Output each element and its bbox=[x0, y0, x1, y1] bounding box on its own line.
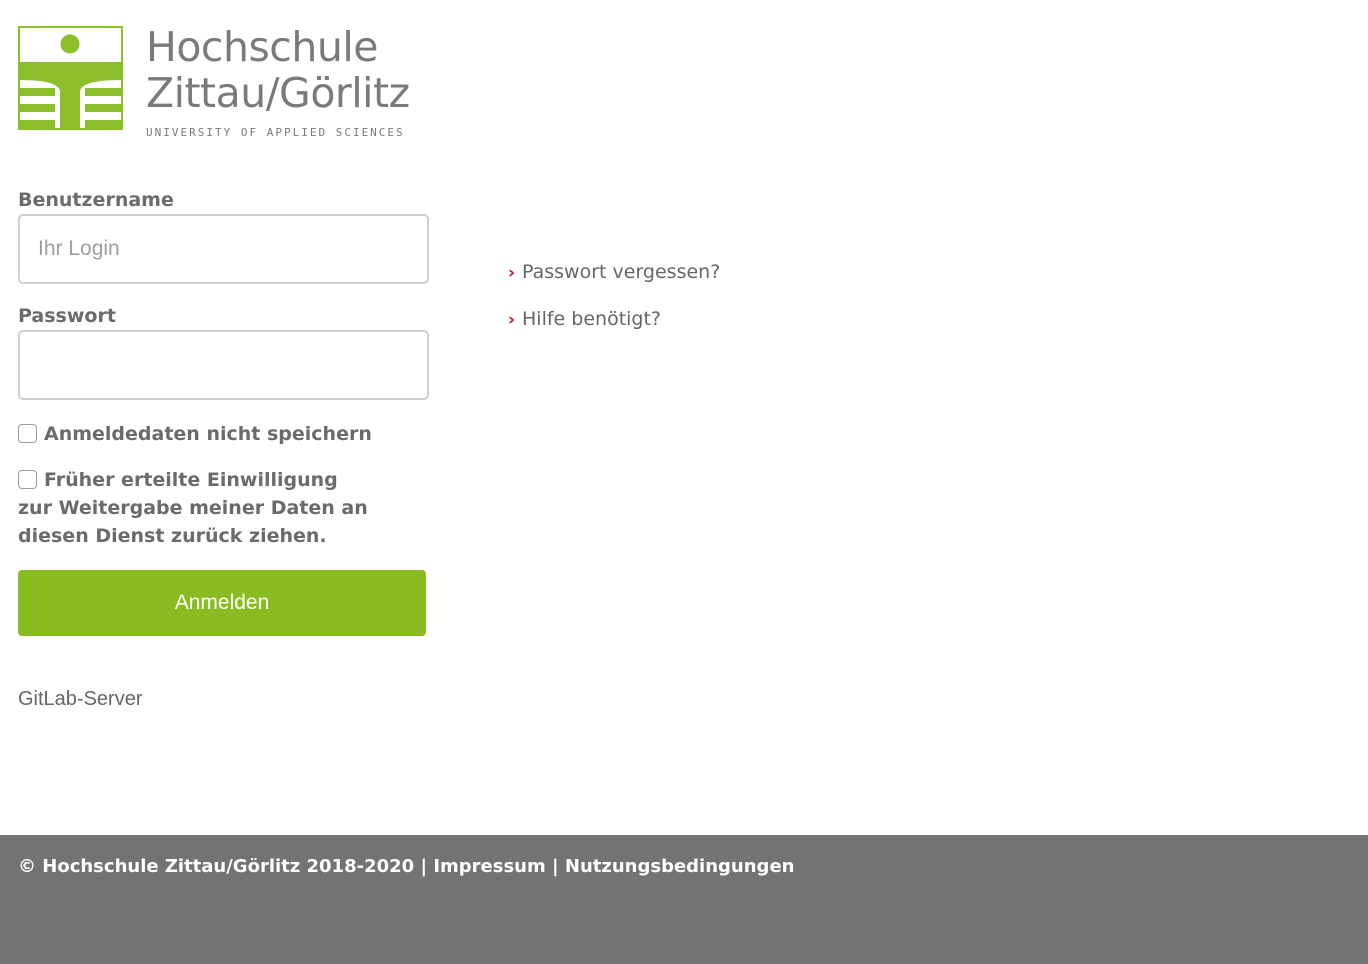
forgot-password-label: Passwort vergessen? bbox=[522, 261, 721, 283]
logo-line-zittau-goerlitz: Zittau/Görlitz bbox=[146, 69, 410, 117]
service-name: GitLab-Server bbox=[18, 688, 143, 710]
logo-wordmark: Hochschule Zittau/Görlitz UNIVERSITY OF … bbox=[146, 24, 410, 139]
login-form: Benutzername Passwort Anmeldedaten nicht… bbox=[18, 186, 430, 711]
username-input[interactable] bbox=[18, 214, 429, 284]
logo-tagline: UNIVERSITY OF APPLIED SCIENCES bbox=[146, 126, 405, 139]
page-footer: © Hochschule Zittau/Görlitz 2018-2020 | … bbox=[0, 835, 1368, 964]
revoke-consent-option[interactable]: Früher erteilte Einwilligung zur Weiterg… bbox=[18, 466, 378, 550]
forgot-password-link[interactable]: › Passwort vergessen? bbox=[508, 258, 720, 287]
need-help-link[interactable]: › Hilfe benötigt? bbox=[508, 305, 720, 334]
footer-copyright: © Hochschule Zittau/Görlitz 2018-2020 bbox=[18, 856, 415, 877]
hszg-logo-icon bbox=[18, 26, 123, 130]
login-page: Hochschule Zittau/Görlitz UNIVERSITY OF … bbox=[0, 0, 1368, 964]
logo-line-hochschule: Hochschule bbox=[146, 23, 378, 71]
username-label: Benutzername bbox=[18, 189, 174, 211]
password-input[interactable] bbox=[18, 330, 429, 400]
university-logo: Hochschule Zittau/Görlitz UNIVERSITY OF … bbox=[18, 24, 410, 139]
impressum-link[interactable]: Impressum bbox=[433, 856, 545, 877]
need-help-label: Hilfe benötigt? bbox=[522, 308, 662, 330]
revoke-consent-checkbox[interactable] bbox=[18, 470, 37, 489]
do-not-save-credentials-checkbox[interactable] bbox=[18, 424, 37, 443]
chevron-right-icon: › bbox=[508, 263, 516, 283]
footer-line: © Hochschule Zittau/Görlitz 2018-2020 | … bbox=[18, 855, 794, 879]
footer-separator: | bbox=[420, 856, 428, 877]
login-button[interactable]: Anmelden bbox=[18, 570, 426, 636]
chevron-right-icon: › bbox=[508, 310, 516, 330]
do-not-save-credentials-label: Anmeldedaten nicht speichern bbox=[44, 423, 372, 445]
terms-link[interactable]: Nutzungsbedingungen bbox=[565, 856, 795, 877]
footer-separator: | bbox=[552, 856, 559, 877]
revoke-consent-label: Früher erteilte Einwilligung zur Weiterg… bbox=[18, 469, 368, 547]
help-links: › Passwort vergessen? › Hilfe benötigt? bbox=[508, 258, 720, 352]
do-not-save-credentials-option[interactable]: Anmeldedaten nicht speichern bbox=[18, 420, 430, 448]
password-label: Passwort bbox=[18, 305, 116, 327]
